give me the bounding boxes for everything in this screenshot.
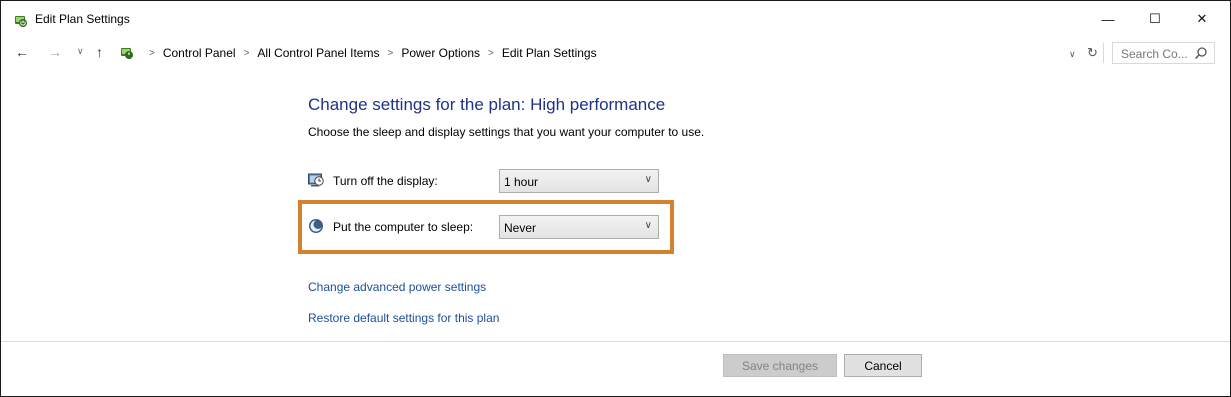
address-bar: ← → ∨ ↑ > Control Panel > All Control Pa… [1,39,1230,67]
title-bar: Edit Plan Settings — ☐ ✕ [1,1,1230,37]
breadcrumb-all-items[interactable]: All Control Panel Items [257,46,379,60]
search-box[interactable] [1112,42,1215,64]
chevron-right-icon[interactable]: > [244,48,250,59]
breadcrumb-control-panel[interactable]: Control Panel [163,46,236,60]
chevron-right-icon: > [149,47,155,59]
divider [1103,43,1104,63]
highlight-box [298,200,674,254]
forward-arrow-icon[interactable]: → [48,44,62,60]
cancel-button[interactable]: Cancel [844,354,922,377]
display-timeout-value: 1 hour [504,175,539,189]
page-description: Choose the sleep and display settings th… [308,125,705,139]
search-icon[interactable] [1194,46,1208,60]
advanced-settings-link[interactable]: Change advanced power settings [308,280,486,294]
close-button[interactable]: ✕ [1179,1,1225,37]
page-title: Change settings for the plan: High perfo… [308,95,666,114]
chevron-down-icon: ∨ [644,174,652,185]
refresh-icon[interactable]: ↻ [1087,45,1098,61]
control-panel-icon [121,48,133,59]
power-options-icon [15,16,27,27]
breadcrumb-power-options[interactable]: Power Options [401,46,480,60]
breadcrumb: > Control Panel > All Control Panel Item… [141,46,597,60]
address-dropdown-chevron-icon[interactable]: ∨ [1069,49,1076,60]
recent-locations-chevron-icon[interactable]: ∨ [77,46,84,57]
display-timeout-select[interactable]: 1 hour ∨ [499,169,659,193]
search-input[interactable] [1119,44,1199,64]
minimize-button[interactable]: — [1085,1,1131,37]
edit-plan-settings-window: Edit Plan Settings — ☐ ✕ ← → ∨ ↑ > Contr… [0,0,1231,397]
maximize-button[interactable]: ☐ [1132,1,1178,37]
chevron-right-icon[interactable]: > [387,48,393,59]
back-arrow-icon[interactable]: ← [15,44,29,60]
window-title: Edit Plan Settings [35,12,130,26]
restore-defaults-link[interactable]: Restore default settings for this plan [308,311,499,325]
chevron-right-icon[interactable]: > [488,48,494,59]
up-arrow-icon[interactable]: ↑ [96,44,103,60]
footer-divider [1,341,1230,342]
save-changes-button[interactable]: Save changes [723,354,837,377]
display-icon [308,173,324,187]
display-setting-label: Turn off the display: [333,174,438,188]
breadcrumb-edit-plan[interactable]: Edit Plan Settings [502,46,597,60]
